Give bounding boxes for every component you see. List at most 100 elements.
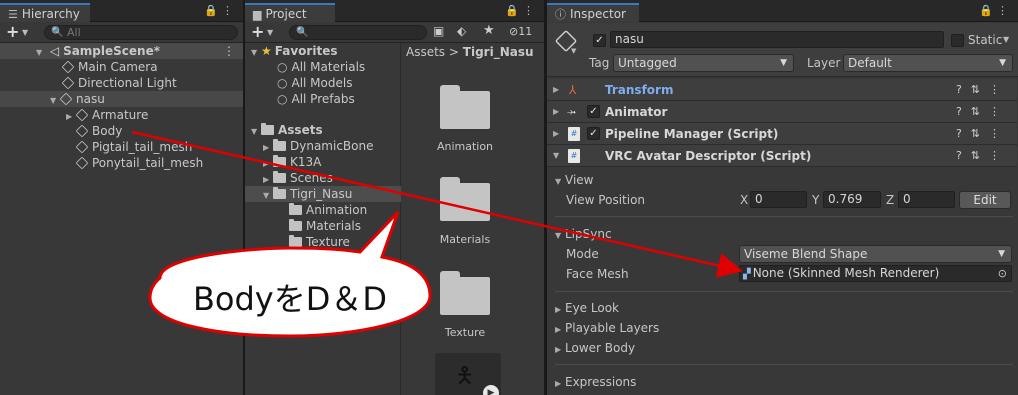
chevron-down-icon[interactable]: ▼ <box>22 28 28 37</box>
tree-folder[interactable]: ▶ Scenes <box>263 170 333 186</box>
active-checkbox[interactable]: ✓ <box>593 34 606 47</box>
tree-folder[interactable]: ▶ Toon <box>263 250 318 266</box>
folder-icon[interactable] <box>440 85 490 129</box>
component-tools[interactable]: ?⇅⋮ <box>956 79 1009 101</box>
fold-icon[interactable]: ▶ <box>553 79 563 101</box>
grid-item-label[interactable]: Materials <box>420 233 510 246</box>
chevron-down-icon[interactable]: ▼ <box>267 28 273 37</box>
component-name: VRC Avatar Descriptor (Script) <box>605 149 812 163</box>
fold-icon: ▶ <box>555 305 562 314</box>
project-tab-tools[interactable]: 🔒⋮ <box>505 4 538 17</box>
fold-icon[interactable]: ▼ <box>251 45 261 61</box>
favorite-item[interactable]: ○ All Models <box>277 75 352 91</box>
hierarchy-tab-tools[interactable]: 🔒⋮ <box>204 4 237 17</box>
folder-icon[interactable] <box>440 177 490 221</box>
tree-folder[interactable]: Animation <box>289 202 367 218</box>
inspector-tab-tools[interactable]: 🔒⋮ <box>979 4 1012 17</box>
component-transform[interactable]: ▶ ⅄ Transform ?⇅⋮ <box>547 79 1017 101</box>
component-tools[interactable]: ?⇅⋮ <box>956 123 1009 145</box>
enabled-checkbox[interactable]: ✓ <box>587 105 600 118</box>
fold-icon[interactable]: ▼ <box>50 93 60 109</box>
tree-folder[interactable]: Texture <box>289 234 350 250</box>
hierarchy-item-selected[interactable]: ▼ nasu <box>0 91 243 107</box>
tree-folder[interactable]: ▶ DynamicBone <box>263 138 373 154</box>
project-search-input[interactable]: 🔍 <box>289 25 427 40</box>
chevron-down-icon[interactable]: ▼ <box>1003 35 1009 44</box>
assets-header[interactable]: ▼ Assets <box>251 122 323 138</box>
face-mesh-field[interactable]: ▞ None (Skinned Mesh Renderer) ⊙ <box>739 265 1012 282</box>
view-position-z[interactable]: 0 <box>898 191 955 208</box>
component-animator[interactable]: ▶ ⤞ ✓ Animator ?⇅⋮ <box>547 101 1017 123</box>
hierarchy-item-body[interactable]: Body <box>75 123 122 139</box>
model-thumbnail[interactable]: 🯅 ▶ <box>435 353 501 395</box>
scene-row[interactable]: ▼ ◁ SampleScene* ⋮ <box>0 43 243 59</box>
face-mesh-label: Face Mesh <box>566 267 629 281</box>
hierarchy-item[interactable]: Pigtail_tail_mesh <box>75 139 192 155</box>
favorite-item[interactable]: ○ All Prefabs <box>277 91 355 107</box>
expressions-foldout[interactable]: ▶ Expressions <box>555 375 636 389</box>
tree-folder[interactable]: ▶ K13A <box>263 154 321 170</box>
eye-look-foldout[interactable]: ▶ Eye Look <box>555 301 619 315</box>
add-button[interactable]: + <box>6 22 19 41</box>
search-input[interactable]: 🔍 All <box>44 25 238 40</box>
view-position-y[interactable]: 0.769 <box>823 191 881 208</box>
fold-icon[interactable]: ▼ <box>36 45 46 61</box>
folder-icon[interactable] <box>440 271 490 315</box>
gameobject-icon <box>75 156 89 170</box>
fold-icon[interactable]: ▼ <box>251 124 261 140</box>
component-tools[interactable]: ?⇅⋮ <box>956 145 1009 167</box>
tab-inspector[interactable]: ⓘ Inspector <box>547 3 639 22</box>
object-picker-icon[interactable]: ⊙ <box>998 266 1007 281</box>
hierarchy-item[interactable]: Main Camera <box>61 59 158 75</box>
static-checkbox[interactable] <box>951 34 964 47</box>
edit-button[interactable]: Edit <box>959 191 1011 209</box>
tag-icon[interactable]: ⬖ <box>457 24 466 38</box>
component-tools[interactable]: ?⇅⋮ <box>956 101 1009 123</box>
tab-project[interactable]: ▆ Project <box>245 3 335 22</box>
play-icon[interactable]: ▶ <box>483 385 499 395</box>
filter-type-icon[interactable]: ▣ <box>433 24 444 38</box>
playable-layers-foldout[interactable]: ▶ Playable Layers <box>555 321 659 335</box>
hierarchy-item[interactable]: Directional Light <box>61 75 177 91</box>
grid-item-label[interactable]: Animation <box>420 140 510 153</box>
tab-hierarchy[interactable]: ☰ Hierarchy <box>0 3 90 22</box>
favorites-header[interactable]: ▼ ★ Favorites <box>251 43 337 59</box>
tree-folder[interactable]: Materials <box>289 218 361 234</box>
create-button[interactable]: + <box>251 22 264 41</box>
component-name: Pipeline Manager (Script) <box>605 127 779 141</box>
chevron-down-icon: ▼ <box>999 58 1006 68</box>
fold-icon[interactable]: ▶ <box>66 109 76 125</box>
hierarchy-item[interactable]: Ponytail_tail_mesh <box>75 155 203 171</box>
lower-body-foldout[interactable]: ▶ Lower Body <box>555 341 635 355</box>
component-name: Animator <box>605 105 668 119</box>
object-name-field[interactable]: nasu <box>610 31 944 48</box>
search-icon: 🔍 <box>51 27 64 38</box>
component-pipeline-manager[interactable]: ▶ # ✓ Pipeline Manager (Script) ?⇅⋮ <box>547 123 1017 145</box>
inspector-panel: ⓘ Inspector 🔒⋮ ▼ ✓ nasu Static ▼ Tag Unta… <box>547 0 1018 395</box>
z-label: Z <box>886 193 895 207</box>
favorite-item[interactable]: ○ All Materials <box>277 59 365 75</box>
component-avatar-descriptor[interactable]: ▼ # VRC Avatar Descriptor (Script) ?⇅⋮ <box>547 145 1017 167</box>
chevron-down-icon: ▼ <box>998 249 1005 259</box>
fold-icon[interactable]: ▶ <box>553 123 563 145</box>
view-foldout[interactable]: ▼ View <box>555 173 593 187</box>
fold-icon[interactable]: ▶ <box>263 252 273 268</box>
hierarchy-item[interactable]: ▶ Armature <box>66 107 148 123</box>
hidden-packages-icon[interactable]: ⊘11 <box>509 25 532 38</box>
chevron-down-icon[interactable]: ▼ <box>571 47 576 55</box>
lipsync-foldout[interactable]: ▼ LipSync <box>555 227 612 241</box>
fold-icon[interactable]: ▼ <box>553 145 563 167</box>
fold-icon[interactable]: ▼ <box>263 188 273 204</box>
tree-folder-selected[interactable]: ▼ Tigri_Nasu <box>245 186 401 202</box>
mode-dropdown[interactable]: Viseme Blend Shape ▼ <box>739 245 1012 263</box>
enabled-checkbox[interactable]: ✓ <box>587 127 600 140</box>
fold-icon[interactable]: ▶ <box>553 101 563 123</box>
tag-dropdown[interactable]: Untagged ▼ <box>613 54 794 72</box>
grid-item-label[interactable]: Texture <box>420 326 510 339</box>
star-icon[interactable]: ★ <box>483 23 495 38</box>
layer-dropdown[interactable]: Default ▼ <box>843 54 1013 72</box>
gameobject-icon <box>61 76 75 90</box>
view-position-x[interactable]: 0 <box>750 191 807 208</box>
folder-open-icon <box>273 187 286 199</box>
more-icon[interactable]: ⋮ <box>223 43 235 59</box>
